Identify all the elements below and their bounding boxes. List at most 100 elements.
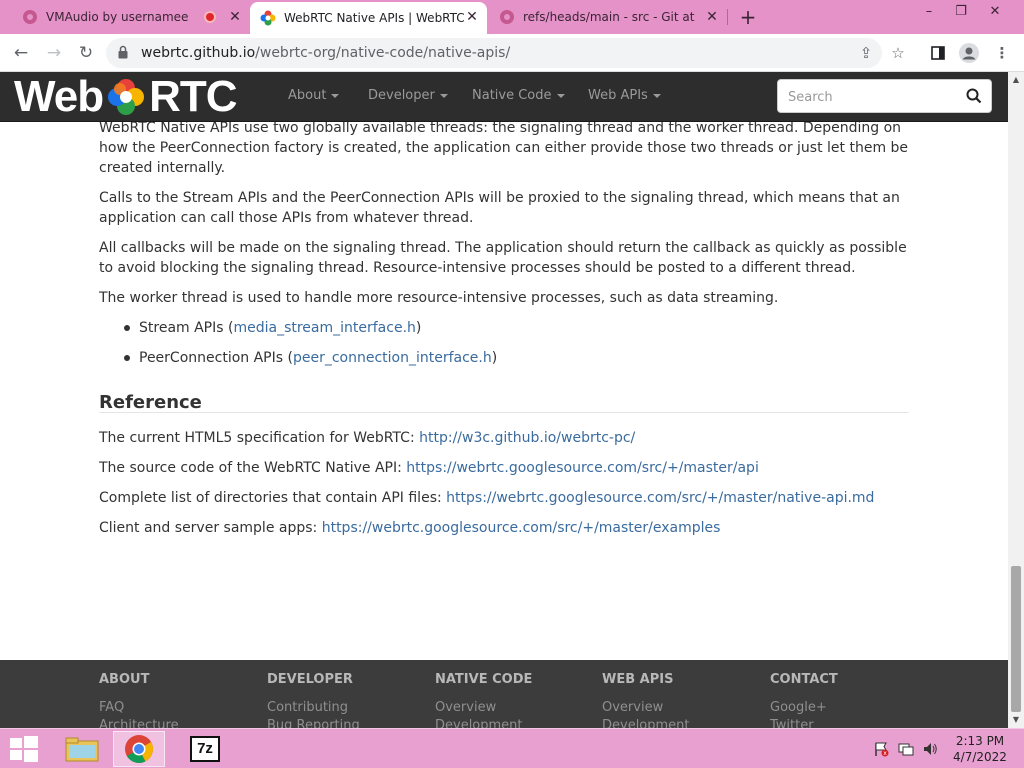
bullet-text: ) (415, 320, 422, 336)
footer-links: Overview Development (602, 699, 690, 728)
webrtc-logo[interactable]: Web RTC (14, 72, 238, 121)
action-center-flag-icon[interactable]: x (873, 741, 889, 757)
footer-links: Overview Development (435, 699, 532, 728)
more-menu-icon[interactable]: ⋮ (990, 41, 1014, 65)
nav-label: About (288, 88, 327, 103)
bullet-text: ) (491, 350, 498, 366)
tab-favicon-icon (23, 10, 37, 24)
restore-button[interactable]: ❐ (946, 2, 976, 22)
nav-web-apis[interactable]: Web APIs (588, 88, 661, 103)
new-tab-button[interactable]: + (737, 6, 759, 28)
clock-date: 4/7/2022 (953, 750, 1007, 764)
network-icon[interactable] (898, 741, 914, 757)
footer-heading: DEVELOPER (267, 672, 353, 687)
forward-button[interactable]: → (42, 41, 66, 65)
reload-button[interactable]: ↻ (74, 41, 98, 65)
site-footer: ABOUT FAQ Architecture DEVELOPER Contrib… (0, 660, 1008, 728)
site-search (777, 79, 992, 113)
caret-down-icon (556, 93, 565, 98)
search-icon[interactable] (966, 88, 982, 104)
taskbar-7zip[interactable]: 7z (180, 731, 232, 767)
caret-down-icon (652, 93, 661, 98)
footer-link-twitter[interactable]: Twitter (770, 717, 838, 728)
windows-taskbar: 7z x 2:13 PM 4/7/2022 (0, 728, 1024, 768)
reference-text: Complete list of directories that contai… (99, 490, 447, 506)
system-clock[interactable]: 2:13 PM 4/7/2022 (950, 733, 1010, 765)
peer-connection-interface-link[interactable]: peer_connection_interface.h (293, 350, 492, 366)
scroll-up-icon[interactable]: ▲ (1008, 72, 1024, 88)
list-item: Stream APIs (media_stream_interface.h) (123, 318, 422, 338)
webrtc-favicon-icon (260, 10, 276, 26)
footer-link-development[interactable]: Development (602, 717, 690, 728)
reference-line: Client and server sample apps: https://w… (99, 518, 720, 538)
footer-column-developer: DEVELOPER Contributing Bug Reporting (267, 672, 360, 728)
lock-icon[interactable] (118, 45, 128, 59)
footer-heading: NATIVE CODE (435, 672, 533, 687)
close-window-button[interactable]: ✕ (980, 2, 1010, 22)
scroll-down-icon[interactable]: ▼ (1008, 712, 1024, 728)
paragraph-worker: The worker thread is used to handle more… (99, 290, 779, 306)
main-content: WebRTC Native APIs use two globally avai… (0, 122, 1008, 660)
url-text[interactable]: webrtc.github.io/webrtc-org/native-code/… (141, 45, 510, 61)
bookmark-star-icon[interactable]: ☆ (886, 41, 910, 65)
tab-git-refs[interactable]: refs/heads/main - src - Git at Goo ✕ (487, 0, 727, 34)
nav-developer[interactable]: Developer (368, 88, 448, 103)
address-bar[interactable]: webrtc.github.io/webrtc-org/native-code/… (106, 38, 882, 68)
close-tab-icon[interactable]: ✕ (705, 10, 719, 24)
footer-link-architecture[interactable]: Architecture (99, 717, 179, 728)
profile-avatar-icon[interactable] (957, 41, 981, 65)
tab-favicon-icon (500, 10, 514, 24)
tab-title: VMAudio by usernamee (46, 10, 189, 24)
page-scrollbar[interactable]: ▲ ▼ (1008, 72, 1024, 728)
logo-word-web: Web (14, 72, 104, 121)
tab-webrtc-native-apis[interactable]: WebRTC Native APIs | WebRTC ✕ (250, 2, 487, 34)
paragraph-threads: WebRTC Native APIs use two globally avai… (99, 122, 909, 176)
nav-about[interactable]: About (288, 88, 340, 103)
footer-link-google-plus[interactable]: Google+ (770, 699, 838, 717)
footer-link-overview[interactable]: Overview (435, 699, 532, 717)
tab-vmaudio[interactable]: VMAudio by usernamee ✕ (10, 0, 250, 34)
nav-label: Native Code (472, 88, 552, 103)
share-icon[interactable]: ⇪ (854, 41, 878, 65)
close-tab-icon[interactable]: ✕ (228, 10, 242, 24)
examples-link[interactable]: https://webrtc.googlesource.com/src/+/ma… (322, 520, 721, 536)
nav-label: Web APIs (588, 88, 648, 103)
recording-indicator-icon (204, 11, 216, 23)
reference-line: Complete list of directories that contai… (99, 488, 874, 508)
footer-heading: ABOUT (99, 672, 150, 687)
footer-link-overview[interactable]: Overview (602, 699, 690, 717)
native-api-md-link[interactable]: https://webrtc.googlesource.com/src/+/ma… (446, 490, 874, 506)
minimize-button[interactable]: – (914, 2, 944, 22)
taskbar-chrome[interactable] (113, 731, 165, 767)
webrtc-logo-icon (108, 79, 145, 115)
media-stream-interface-link[interactable]: media_stream_interface.h (233, 320, 415, 336)
native-api-source-link[interactable]: https://webrtc.googlesource.com/src/+/ma… (406, 460, 759, 476)
taskbar-file-explorer[interactable] (56, 731, 108, 767)
footer-links: FAQ Architecture (99, 699, 179, 728)
footer-link-bug-reporting[interactable]: Bug Reporting (267, 717, 360, 728)
nav-native-code[interactable]: Native Code (472, 88, 565, 103)
side-panel-icon[interactable] (926, 41, 950, 65)
caret-down-icon (331, 93, 340, 98)
scrollbar-thumb[interactable] (1011, 566, 1021, 712)
heading-divider (99, 412, 909, 413)
list-item: PeerConnection APIs (peer_connection_int… (123, 348, 498, 368)
tab-title: WebRTC Native APIs | WebRTC (284, 11, 464, 25)
footer-link-faq[interactable]: FAQ (99, 699, 179, 717)
footer-column-native-code: NATIVE CODE Overview Development (435, 672, 532, 728)
close-tab-icon[interactable]: ✕ (465, 10, 479, 24)
footer-link-contributing[interactable]: Contributing (267, 699, 360, 717)
paragraph-proxy: Calls to the Stream APIs and the PeerCon… (99, 190, 900, 226)
w3c-spec-link[interactable]: http://w3c.github.io/webrtc-pc/ (419, 430, 635, 446)
reference-text: The source code of the WebRTC Native API… (99, 460, 407, 476)
footer-link-development[interactable]: Development (435, 717, 532, 728)
footer-column-contact: CONTACT Google+ Twitter (770, 672, 838, 728)
back-button[interactable]: ← (9, 41, 33, 65)
reference-heading: Reference (99, 392, 202, 413)
search-input[interactable] (788, 87, 958, 107)
folder-icon (65, 737, 99, 762)
7zip-icon: 7z (190, 736, 220, 762)
volume-icon[interactable] (922, 741, 938, 757)
start-button[interactable] (0, 731, 48, 767)
tab-title: refs/heads/main - src - Git at Goo (523, 10, 698, 24)
